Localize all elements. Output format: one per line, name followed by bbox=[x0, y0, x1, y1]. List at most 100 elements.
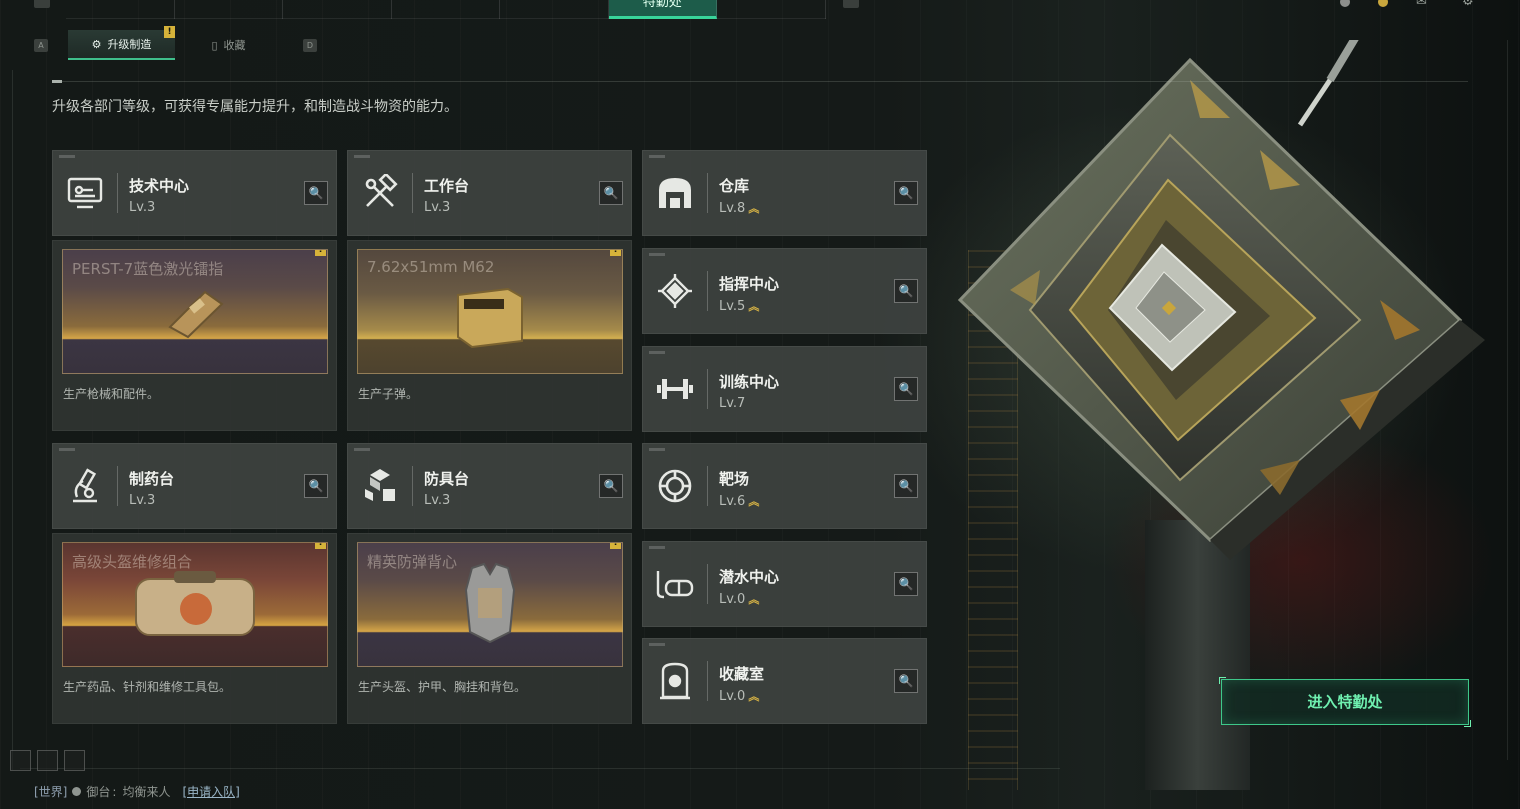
product-desc: 生产药品、针剂和维修工具包。 bbox=[63, 680, 232, 694]
dept-card-collection-room[interactable]: 收藏室 Lv.0 ︽ 🔍 bbox=[642, 638, 927, 724]
dept-level-row: Lv.0 ︽ bbox=[719, 689, 759, 704]
nav-tab-1[interactable] bbox=[66, 0, 175, 19]
settings-icon[interactable]: ⚙ bbox=[1462, 0, 1480, 9]
dept-name: 收藏室 bbox=[719, 665, 765, 683]
product-panel-ammo[interactable]: 7.62x51mm M62 ! 生产子弹。 bbox=[347, 240, 632, 431]
dept-card-warehouse[interactable]: 仓库 Lv.8 ︽ 🔍 bbox=[642, 150, 927, 236]
gold-coin-icon bbox=[1378, 0, 1388, 7]
subtab-upgrade-craft[interactable]: ⚙ 升级制造 ! bbox=[68, 26, 175, 60]
dept-card-pharmacy[interactable]: 制药台 Lv.3 🔍 bbox=[52, 443, 337, 529]
nav-tab-7[interactable] bbox=[717, 0, 826, 19]
dept-name: 工作台 bbox=[424, 177, 470, 195]
product-panel-medical[interactable]: 高级头盔维修组合 ! 生产药品、针剂和维修工具包。 bbox=[52, 533, 337, 724]
alert-badge: ! bbox=[164, 26, 175, 38]
dept-level-row: Lv.6 ︽ bbox=[719, 494, 759, 509]
product-desc: 生产枪械和配件。 bbox=[63, 387, 160, 401]
chat-text: 均衡来人 bbox=[122, 785, 171, 799]
chat-channel: [世界] bbox=[34, 785, 68, 799]
dept-name: 潜水中心 bbox=[719, 568, 780, 586]
upgrade-chevron-icon: ︽ bbox=[748, 202, 759, 215]
search-icon: 🔍 bbox=[898, 479, 914, 493]
dept-card-tech-center[interactable]: 技术中心 Lv.3 🔍 bbox=[52, 150, 337, 236]
nav-tab-3[interactable] bbox=[283, 0, 392, 19]
pharmacy-icon bbox=[63, 464, 107, 508]
subtab-collection[interactable]: ▯ 收藏 bbox=[175, 30, 282, 60]
search-button[interactable]: 🔍 bbox=[894, 669, 918, 693]
alert-badge: ! bbox=[315, 543, 326, 549]
nav-key-right bbox=[843, 0, 859, 8]
chat-message: [世界] 御台: 均衡来人 [申请入队] bbox=[34, 783, 240, 800]
search-icon: 🔍 bbox=[603, 186, 619, 200]
nav-tab-active[interactable]: 特勤处 bbox=[608, 0, 717, 19]
range-icon bbox=[653, 464, 697, 508]
collection-room-icon bbox=[653, 659, 697, 703]
upgrade-chevron-icon: ︽ bbox=[748, 495, 759, 508]
search-button[interactable]: 🔍 bbox=[894, 181, 918, 205]
currency-display: ✉ ⚙ bbox=[1340, 0, 1480, 9]
alert-badge: ! bbox=[610, 250, 621, 256]
nav-tab-5[interactable] bbox=[500, 0, 609, 19]
mail-icon[interactable]: ✉ bbox=[1416, 0, 1438, 9]
dept-card-workbench[interactable]: 工作台 Lv.3 🔍 bbox=[347, 150, 632, 236]
chat-tool-button[interactable] bbox=[10, 750, 31, 771]
chat-tool-button[interactable] bbox=[37, 750, 58, 771]
search-button[interactable]: 🔍 bbox=[894, 377, 918, 401]
alert-badge: ! bbox=[315, 250, 326, 256]
currency-silver bbox=[1340, 0, 1354, 9]
search-icon: 🔍 bbox=[308, 186, 324, 200]
dept-level: Lv.3 bbox=[129, 200, 156, 215]
armor-bench-icon bbox=[358, 464, 402, 508]
nav-tab-2[interactable] bbox=[175, 0, 283, 19]
dept-card-range[interactable]: 靶场 Lv.6 ︽ 🔍 bbox=[642, 443, 927, 529]
header-divider bbox=[52, 80, 1468, 83]
product-panel-armor[interactable]: 精英防弹背心 ! 生产头盔、护甲、胸挂和背包。 bbox=[347, 533, 632, 724]
product-title: 精英防弹背心 bbox=[367, 553, 458, 571]
dept-card-armor-bench[interactable]: 防具台 Lv.3 🔍 bbox=[347, 443, 632, 529]
dept-card-command-center[interactable]: 指挥中心 Lv.5 ︽ 🔍 bbox=[642, 248, 927, 334]
dept-name: 仓库 bbox=[719, 177, 750, 195]
tech-center-icon bbox=[63, 171, 107, 215]
enter-special-ops-button[interactable]: 进入特勤处 bbox=[1219, 677, 1471, 727]
search-button[interactable]: 🔍 bbox=[894, 474, 918, 498]
search-button[interactable]: 🔍 bbox=[304, 474, 328, 498]
search-icon: 🔍 bbox=[898, 186, 914, 200]
search-icon: 🔍 bbox=[898, 382, 914, 396]
product-desc: 生产子弹。 bbox=[358, 387, 419, 401]
alert-badge: ! bbox=[610, 543, 621, 549]
subtab-key-right: D bbox=[303, 39, 317, 52]
search-button[interactable]: 🔍 bbox=[599, 474, 623, 498]
silver-coin-icon bbox=[1340, 0, 1350, 7]
armor-vest-icon bbox=[464, 562, 516, 643]
join-team-link[interactable]: [申请入队] bbox=[182, 783, 239, 800]
nav-tab-4[interactable] bbox=[392, 0, 500, 19]
search-button[interactable]: 🔍 bbox=[599, 181, 623, 205]
product-title: PERST-7蓝色激光镭指 bbox=[72, 260, 224, 278]
upgrade-chevron-icon: ︽ bbox=[748, 593, 759, 606]
search-button[interactable]: 🔍 bbox=[894, 279, 918, 303]
repair-kit-bag-icon bbox=[135, 570, 255, 636]
cube-pillar bbox=[1145, 520, 1250, 790]
craft-icon: ⚙ bbox=[91, 37, 102, 51]
dept-level: Lv.3 bbox=[129, 493, 156, 508]
chat-tool-button[interactable] bbox=[64, 750, 85, 771]
search-button[interactable]: 🔍 bbox=[894, 572, 918, 596]
dept-level-row: Lv.5 ︽ bbox=[719, 299, 759, 314]
ammo-box-icon bbox=[457, 287, 523, 348]
upgrade-chevron-icon: ︽ bbox=[748, 690, 759, 703]
chat-user[interactable]: 御台 bbox=[86, 783, 110, 800]
product-panel-weapons[interactable]: PERST-7蓝色激光镭指 ! 生产枪械和配件。 bbox=[52, 240, 337, 431]
workbench-icon bbox=[358, 171, 402, 215]
dept-name: 制药台 bbox=[129, 470, 175, 488]
dept-name: 靶场 bbox=[719, 470, 750, 488]
dept-name: 防具台 bbox=[424, 470, 470, 488]
dept-level: Lv.3 bbox=[424, 200, 451, 215]
dept-card-training-center[interactable]: 训练中心 Lv.7 🔍 bbox=[642, 346, 927, 432]
sub-tabs: ⚙ 升级制造 ! ▯ 收藏 bbox=[68, 26, 282, 60]
dept-name: 指挥中心 bbox=[719, 275, 780, 293]
dept-level: Lv.7 bbox=[719, 396, 746, 411]
product-image: 精英防弹背心 ! bbox=[357, 542, 623, 667]
dept-name: 训练中心 bbox=[719, 373, 780, 391]
frame-line-left bbox=[12, 70, 13, 770]
search-button[interactable]: 🔍 bbox=[304, 181, 328, 205]
dept-card-diving-center[interactable]: 潜水中心 Lv.0 ︽ 🔍 bbox=[642, 541, 927, 627]
